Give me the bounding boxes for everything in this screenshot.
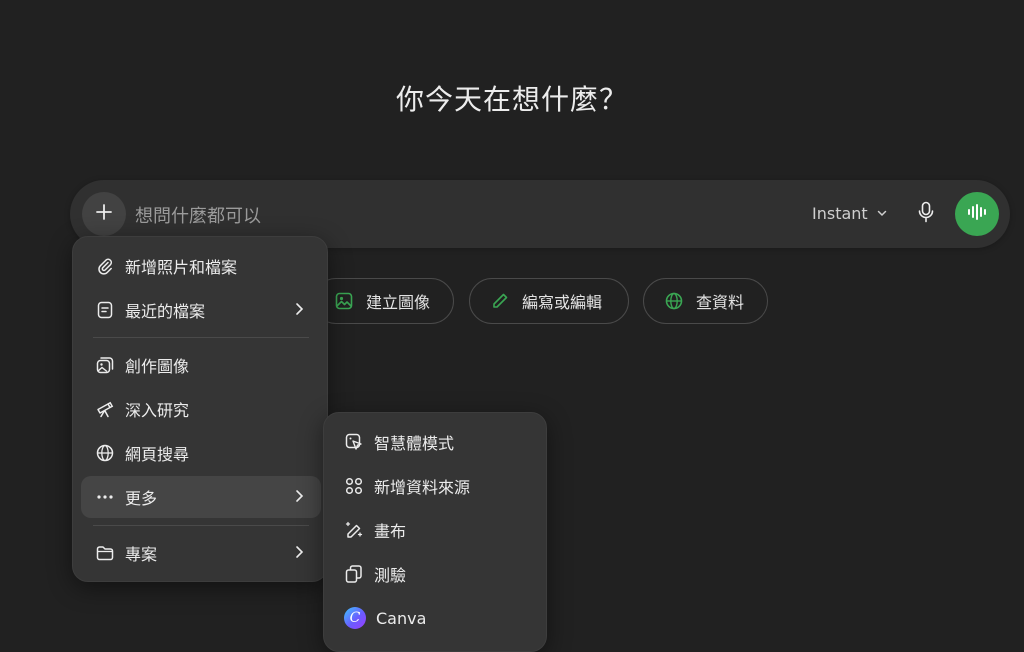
chevron-right-icon [291,544,307,564]
menu-item-projects[interactable]: 專案 [81,532,321,574]
telescope-icon [95,399,115,419]
more-icon [95,487,115,507]
image-icon [334,291,354,311]
plus-icon [94,202,114,226]
cards-icon [344,564,364,584]
submenu-item-label: Canva [376,608,427,628]
menu-item-more[interactable]: 更多 [81,476,321,518]
dictate-button[interactable] [914,201,938,227]
menu-item-label: 新增照片和檔案 [125,258,238,277]
menu-item-deep-research[interactable]: 深入研究 [81,388,321,430]
more-submenu: 智慧體模式 新增資料來源 畫布 測驗 C Canva [323,412,547,652]
canvas-icon [344,520,364,540]
pencil-icon [490,291,510,311]
menu-item-add-photos-files[interactable]: 新增照片和檔案 [81,245,321,287]
model-selector-label: Instant [812,204,868,223]
submenu-item-label: 畫布 [374,522,407,541]
submenu-item-quiz[interactable]: 測驗 [332,553,540,595]
file-icon [95,300,115,320]
canva-logo: C [344,607,366,629]
model-selector[interactable]: Instant [812,204,888,223]
waveform-icon [966,203,988,225]
folder-icon [95,543,115,563]
menu-divider [93,525,309,526]
images-icon [95,355,115,375]
menu-item-recent-files[interactable]: 最近的檔案 [81,289,321,331]
attachment-menu: 新增照片和檔案 最近的檔案 創作圖像 深入研究 網頁搜尋 更多 專案 [72,236,328,582]
page-headline: 你今天在想什麼？ [395,83,628,116]
globe-icon [664,291,684,311]
menu-item-label: 深入研究 [125,401,190,420]
paperclip-icon [95,256,115,276]
chip-look-up[interactable]: 查資料 [643,278,768,324]
menu-item-label: 創作圖像 [125,357,190,376]
chevron-right-icon [291,301,307,321]
prompt-input[interactable]: 想問什麼都可以 [135,202,261,228]
chevron-right-icon [291,488,307,508]
menu-item-label: 網頁搜尋 [125,445,190,464]
chip-create-image[interactable]: 建立圖像 [313,278,454,324]
submenu-item-label: 測驗 [374,566,407,585]
menu-item-label: 專案 [125,545,158,564]
submenu-item-label: 新增資料來源 [374,478,471,497]
submenu-item-canvas[interactable]: 畫布 [332,509,540,551]
menu-item-web-search[interactable]: 網頁搜尋 [81,432,321,474]
menu-divider [93,337,309,338]
chip-label: 編寫或編輯 [522,293,603,312]
menu-item-label: 最近的檔案 [125,302,206,321]
menu-item-label: 更多 [125,489,158,508]
chip-label: 建立圖像 [366,293,431,312]
submenu-item-agent-mode[interactable]: 智慧體模式 [332,421,540,463]
add-attachment-button[interactable] [82,192,126,236]
menu-item-create-image[interactable]: 創作圖像 [81,344,321,386]
chip-label: 查資料 [696,293,745,312]
voice-mode-button[interactable] [955,192,999,236]
agent-icon [344,432,364,452]
submenu-item-canva[interactable]: C Canva [332,597,540,639]
microphone-icon [916,201,936,227]
globe-icon [95,443,115,463]
chevron-down-icon [876,204,888,223]
chip-write-edit[interactable]: 編寫或編輯 [469,278,629,324]
submenu-item-add-sources[interactable]: 新增資料來源 [332,465,540,507]
submenu-item-label: 智慧體模式 [374,434,455,453]
apps-icon [344,476,364,496]
